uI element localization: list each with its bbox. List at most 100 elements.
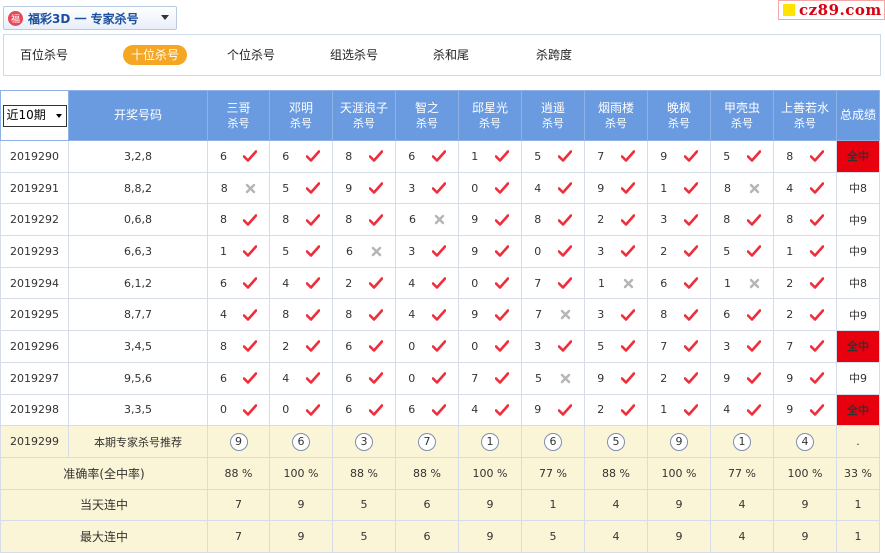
expert-sub-label: 杀号	[290, 116, 312, 130]
pick-wrap: 1	[712, 277, 773, 290]
pick-wrap: 8	[334, 150, 395, 163]
pick-number: 9	[786, 371, 794, 385]
pick-number: 9	[471, 308, 479, 322]
pick-wrap: 5	[712, 150, 773, 163]
pick-wrap: 7	[586, 150, 647, 163]
pick-number: 8	[345, 213, 353, 227]
pick-wrap: 6	[334, 403, 395, 416]
draw-number: 3,4,5	[68, 330, 208, 363]
pick-number: 5	[282, 244, 290, 258]
check-icon	[242, 245, 258, 258]
expert-pick-cell: 5	[269, 235, 333, 268]
expert-column-header: 邱星光 杀号	[458, 90, 522, 141]
pick-number: 4	[408, 308, 416, 322]
pick-number: 8	[786, 213, 794, 227]
pick-number: 6	[220, 149, 227, 163]
stat-value: 100 %	[269, 456, 333, 490]
expert-pick-cell: 7	[521, 266, 585, 300]
check-icon	[620, 308, 636, 321]
check-icon	[746, 308, 762, 321]
stat-row: 最大连中 7 9 5 6 9 5 4 9 4 9 1	[0, 520, 880, 553]
pick-wrap: 9	[712, 372, 773, 385]
pick-wrap: 2	[649, 372, 710, 385]
pick-number: 5	[723, 244, 731, 258]
check-icon	[368, 182, 384, 194]
recommend-number: 6	[544, 432, 562, 451]
table-row: 2019297 9,5,6 6 4 6 0 7 5 9 2 9 9 中9	[0, 361, 880, 395]
pick-wrap: 6	[397, 213, 458, 226]
period-select[interactable]: 近10期	[2, 104, 67, 127]
table-row: 2019295 8,7,7 4 8 8 4 9 7 3 8 6 2 中9	[0, 298, 880, 332]
expert-pick-cell: 2	[584, 393, 648, 427]
period-select-value: 近10期	[6, 108, 46, 122]
recommend-cell: 1	[458, 425, 522, 458]
draw-number: 3,2,8	[68, 140, 208, 173]
expert-pick-cell: 0	[395, 361, 459, 395]
expert-pick-cell: 8	[710, 203, 774, 237]
site-badge[interactable]: cz89.com	[778, 0, 885, 20]
expert-pick-cell: 1	[584, 266, 648, 300]
tab-units-kill[interactable]: 个位杀号	[221, 45, 281, 65]
pick-number: 8	[534, 213, 542, 227]
check-icon	[683, 213, 699, 226]
pick-wrap: 8	[209, 339, 269, 353]
expert-pick-cell: 6	[332, 330, 396, 363]
recommend-cell: 6	[521, 425, 585, 458]
pick-wrap: 4	[775, 182, 836, 195]
check-icon	[809, 245, 825, 258]
tab-group-kill[interactable]: 组选杀号	[324, 45, 384, 65]
expert-pick-cell: 2	[773, 298, 837, 332]
pick-number: 2	[282, 339, 290, 353]
expert-pick-cell: 1	[647, 393, 711, 427]
expert-column-header: 天涯浪子 杀号	[332, 90, 396, 141]
lottery-selector[interactable]: 福 福彩3D 一 专家杀号	[3, 6, 177, 30]
pick-number: 1	[598, 276, 605, 290]
pick-number: 6	[345, 371, 353, 385]
period-number: 2019294	[0, 266, 69, 300]
pick-wrap: 9	[649, 150, 710, 163]
pick-number: 4	[220, 308, 227, 322]
recommend-row: 2019299 本期专家杀号推荐 9 6 3 7 1 6 5 9 1 4.	[0, 425, 880, 458]
period-number: 2019291	[0, 171, 69, 205]
pick-number: 1	[786, 244, 794, 258]
pick-number: 1	[660, 403, 668, 417]
expert-name: 上善若水	[780, 100, 829, 115]
expert-column-header: 三哥 杀号	[207, 90, 270, 141]
tab-sum-tail-kill[interactable]: 杀和尾	[427, 45, 475, 65]
recommend-cell: 7	[395, 425, 459, 458]
pick-wrap: 2	[334, 277, 395, 290]
pick-number: 8	[220, 339, 227, 353]
pick-wrap: 3	[397, 182, 458, 195]
expert-pick-cell: 3	[710, 330, 774, 363]
expert-pick-cell: 1	[458, 140, 522, 173]
check-icon	[305, 404, 321, 416]
pick-number: 2	[597, 213, 605, 227]
check-icon	[683, 404, 699, 416]
tab-hundreds-kill[interactable]: 百位杀号	[14, 45, 74, 65]
total-column-header: 总成绩	[836, 90, 880, 141]
check-icon	[494, 150, 510, 163]
expert-pick-cell: 8	[207, 171, 270, 205]
pick-wrap: 6	[334, 245, 395, 258]
pick-number: 4	[471, 403, 479, 417]
pick-wrap: 3	[586, 245, 647, 258]
expert-column-header: 上善若水 杀号	[773, 90, 837, 141]
pick-number: 5	[534, 149, 542, 163]
draw-number: 8,7,7	[68, 298, 208, 332]
tab-tens-kill[interactable]: 十位杀号	[123, 45, 188, 65]
site-logo-icon	[783, 4, 795, 16]
expert-pick-cell: 8	[710, 171, 774, 205]
stat-value: 1	[521, 488, 585, 522]
recommend-cell: 3	[332, 425, 396, 458]
check-icon	[305, 277, 321, 289]
recommend-number: 4	[796, 432, 814, 451]
draw-number: 0,6,8	[68, 203, 208, 237]
recommend-cell: 5	[584, 425, 648, 458]
check-icon	[368, 340, 384, 353]
tab-span-kill[interactable]: 杀跨度	[530, 45, 578, 65]
stat-value: 9	[269, 488, 333, 522]
stat-value: 6	[395, 520, 459, 553]
expert-pick-cell: 7	[458, 361, 522, 395]
check-icon	[431, 277, 447, 289]
pick-number: 8	[282, 308, 290, 322]
